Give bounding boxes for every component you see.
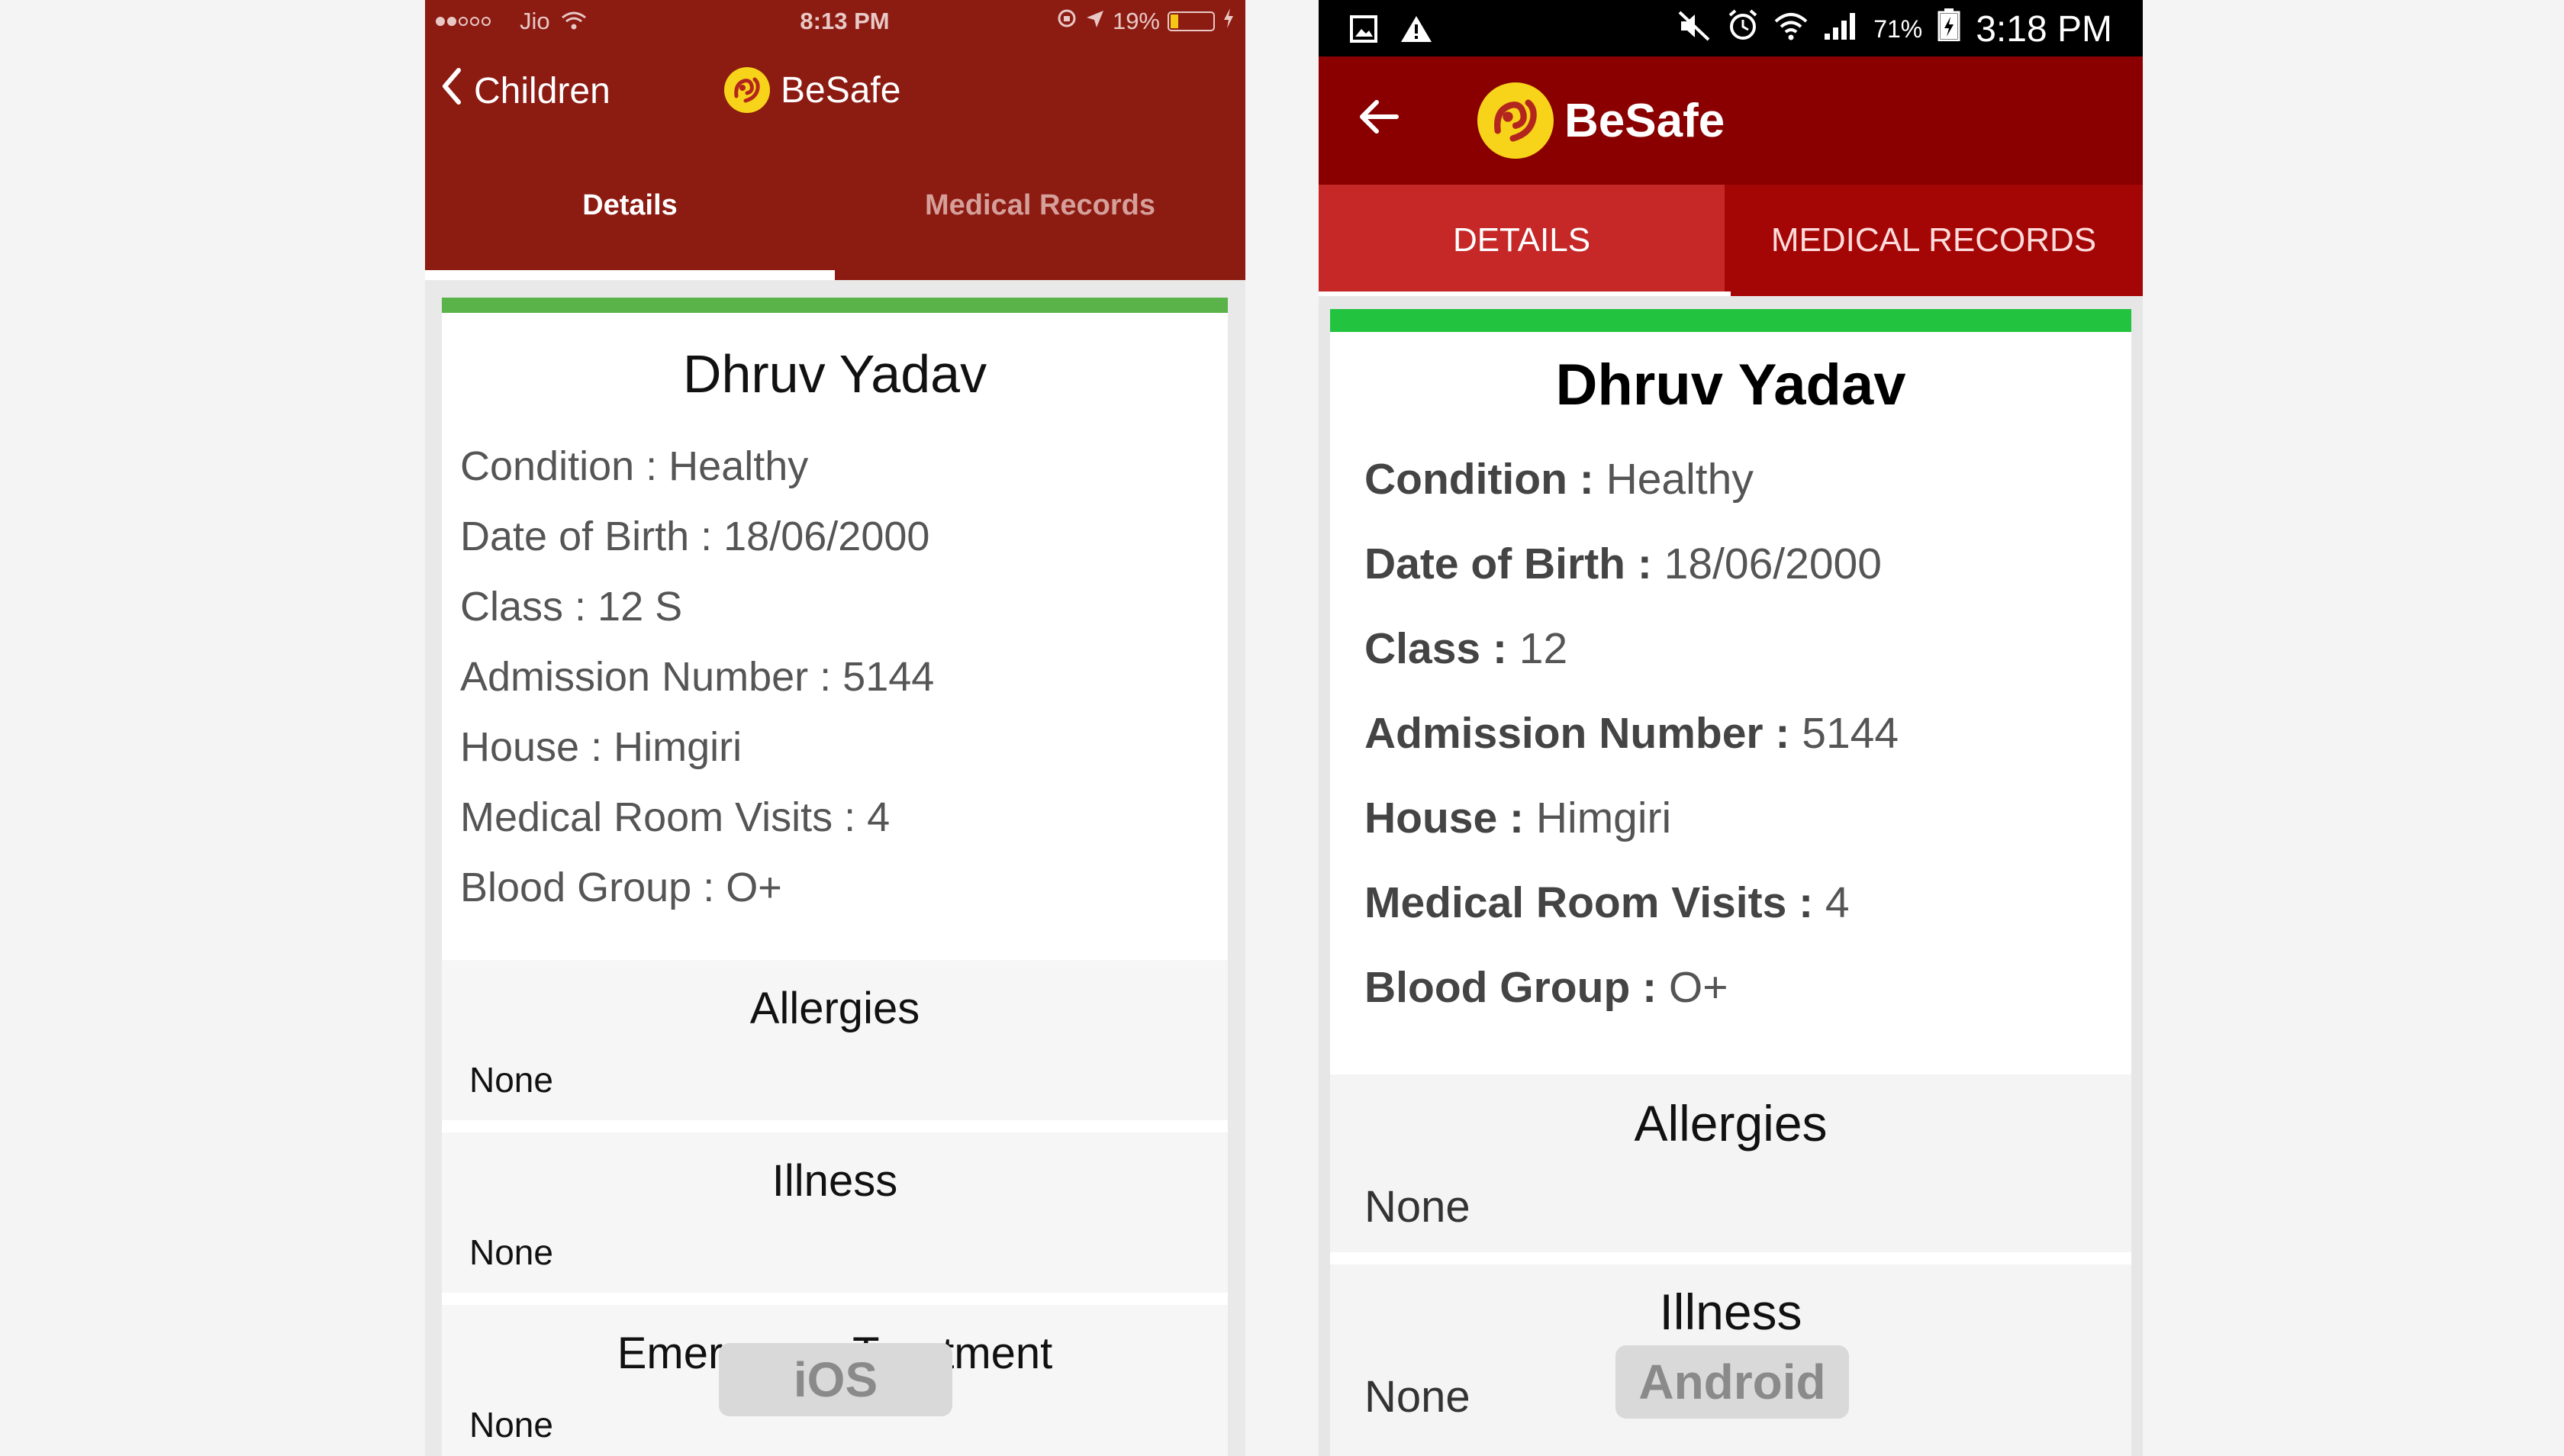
android-clock: 3:18 PM <box>1976 8 2112 50</box>
health-status-bar <box>442 298 1228 313</box>
warning-icon <box>1400 11 1433 53</box>
class-value: 12 <box>1506 624 1568 673</box>
active-tab-indicator <box>1319 292 1731 296</box>
ios-brand: BeSafe <box>724 67 900 113</box>
class-row: Class : 12 S <box>460 584 683 630</box>
condition-label: Condition : <box>1364 455 1594 504</box>
rotation-lock-icon <box>1056 8 1077 35</box>
signal-icon <box>1823 8 1858 50</box>
ios-header: Jio 8:13 PM 19% Children BeSafe Details … <box>425 0 1245 280</box>
platform-badge: iOS <box>719 1343 952 1416</box>
android-tabs: DETAILS MEDICAL RECORDS <box>1319 185 2143 296</box>
allergies-section: Allergies None <box>1330 1074 2131 1252</box>
illness-title: Illness <box>1659 1284 1802 1340</box>
admission-row: Admission Number : 5144 <box>1364 708 1899 759</box>
illness-section: Illness None <box>442 1132 1228 1293</box>
image-icon <box>1349 11 1378 53</box>
location-icon <box>1085 8 1105 35</box>
tab-details[interactable]: DETAILS <box>1319 185 1725 296</box>
illness-title: Illness <box>771 1156 898 1206</box>
student-name: Dhruv Yadav <box>1555 353 1906 417</box>
condition-row: Condition : Healthy <box>460 443 809 489</box>
ios-nav-bar: Children BeSafe <box>425 53 1245 130</box>
allergies-value: None <box>469 1060 553 1100</box>
dob-row: Date of Birth : 18/06/2000 <box>460 514 930 559</box>
dob-value: 18/06/2000 <box>1651 540 1882 588</box>
wifi-icon <box>561 9 587 37</box>
tab-details[interactable]: Details <box>425 189 835 235</box>
student-name: Dhruv Yadav <box>682 344 987 404</box>
battery-percent: 19% <box>1112 8 1160 34</box>
ios-status-right: 19% <box>1056 8 1235 35</box>
house-row: House : Himgiri <box>1364 793 1671 843</box>
ios-tabs: Details Medical Records <box>425 168 1245 280</box>
house-value: Himgiri <box>1524 794 1672 842</box>
admission-value: 5144 <box>1789 709 1899 758</box>
allergies-value: None <box>1364 1182 1470 1232</box>
student-card: Dhruv Yadav Condition : Healthy Date of … <box>1330 309 2131 1456</box>
dob-label: Date of Birth : <box>1364 540 1652 588</box>
ios-clock: 8:13 PM <box>800 8 890 34</box>
alarm-icon <box>1727 8 1759 50</box>
wifi-icon <box>1774 8 1808 50</box>
condition-row: Condition : Healthy <box>1364 454 1754 504</box>
illness-value: None <box>1364 1372 1470 1422</box>
visits-row: Medical Room Visits : 4 <box>1364 878 1850 928</box>
platform-badge: Android <box>1615 1345 1849 1419</box>
allergies-title: Allergies <box>749 984 920 1033</box>
back-chevron-icon <box>440 67 463 114</box>
visits-value: 4 <box>1813 878 1850 927</box>
charging-icon <box>1222 8 1235 35</box>
blood-group-row: Blood Group : O+ <box>460 865 782 910</box>
admission-row: Admission Number : 5144 <box>460 654 935 700</box>
visits-label: Medical Room Visits : <box>1364 878 1814 927</box>
back-button[interactable]: Children <box>440 67 610 114</box>
allergies-title: Allergies <box>1634 1095 1828 1152</box>
house-label: House : <box>1364 794 1525 842</box>
student-card: Dhruv Yadav Condition : Healthy Date of … <box>442 298 1228 1456</box>
blood-group-value: O+ <box>1657 963 1728 1012</box>
class-row: Class : 12 <box>1364 623 1567 674</box>
android-status-bar: 71% 3:18 PM <box>1319 0 2143 56</box>
allergies-section: Allergies None <box>442 960 1228 1120</box>
back-arrow-icon[interactable] <box>1357 95 1401 143</box>
active-tab-indicator <box>425 270 835 280</box>
battery-charging-icon <box>1937 8 1960 50</box>
admission-label: Admission Number : <box>1364 709 1790 758</box>
tab-medical-records[interactable]: MEDICAL RECORDS <box>1725 185 2143 296</box>
battery-icon <box>1168 11 1215 31</box>
blood-group-row: Blood Group : O+ <box>1364 962 1728 1013</box>
back-label: Children <box>474 70 610 111</box>
health-status-bar <box>1330 309 2131 332</box>
class-label: Class : <box>1364 624 1507 673</box>
mute-icon <box>1678 8 1712 50</box>
tab-medical-records[interactable]: Medical Records <box>835 189 1245 235</box>
ios-screen: Jio 8:13 PM 19% Children BeSafe Details … <box>425 0 1245 1456</box>
dob-row: Date of Birth : 18/06/2000 <box>1364 539 1882 589</box>
android-status-right: 71% 3:18 PM <box>1678 8 2112 50</box>
besafe-logo-icon <box>724 67 770 113</box>
android-screen: 71% 3:18 PM BeSafe DETAILS MEDICAL RECOR… <box>1319 0 2143 1456</box>
brand-name: BeSafe <box>781 69 901 111</box>
besafe-logo-icon <box>1477 82 1554 159</box>
visits-row: Medical Room Visits : 4 <box>460 794 891 840</box>
condition-value: Healthy <box>1593 455 1754 504</box>
battery-percent: 71% <box>1873 14 1923 43</box>
ios-status-bar: Jio 8:13 PM 19% <box>425 0 1245 43</box>
android-app-bar: BeSafe <box>1319 56 2143 185</box>
android-brand: BeSafe <box>1477 82 1725 159</box>
signal-dots-icon <box>436 17 491 26</box>
blood-group-label: Blood Group : <box>1364 963 1657 1012</box>
android-status-left <box>1349 11 1433 53</box>
carrier-label: Jio <box>520 8 550 34</box>
brand-name: BeSafe <box>1564 94 1725 147</box>
emergency-value: None <box>469 1405 553 1445</box>
illness-value: None <box>469 1232 553 1272</box>
house-row: House : Himgiri <box>460 724 742 770</box>
